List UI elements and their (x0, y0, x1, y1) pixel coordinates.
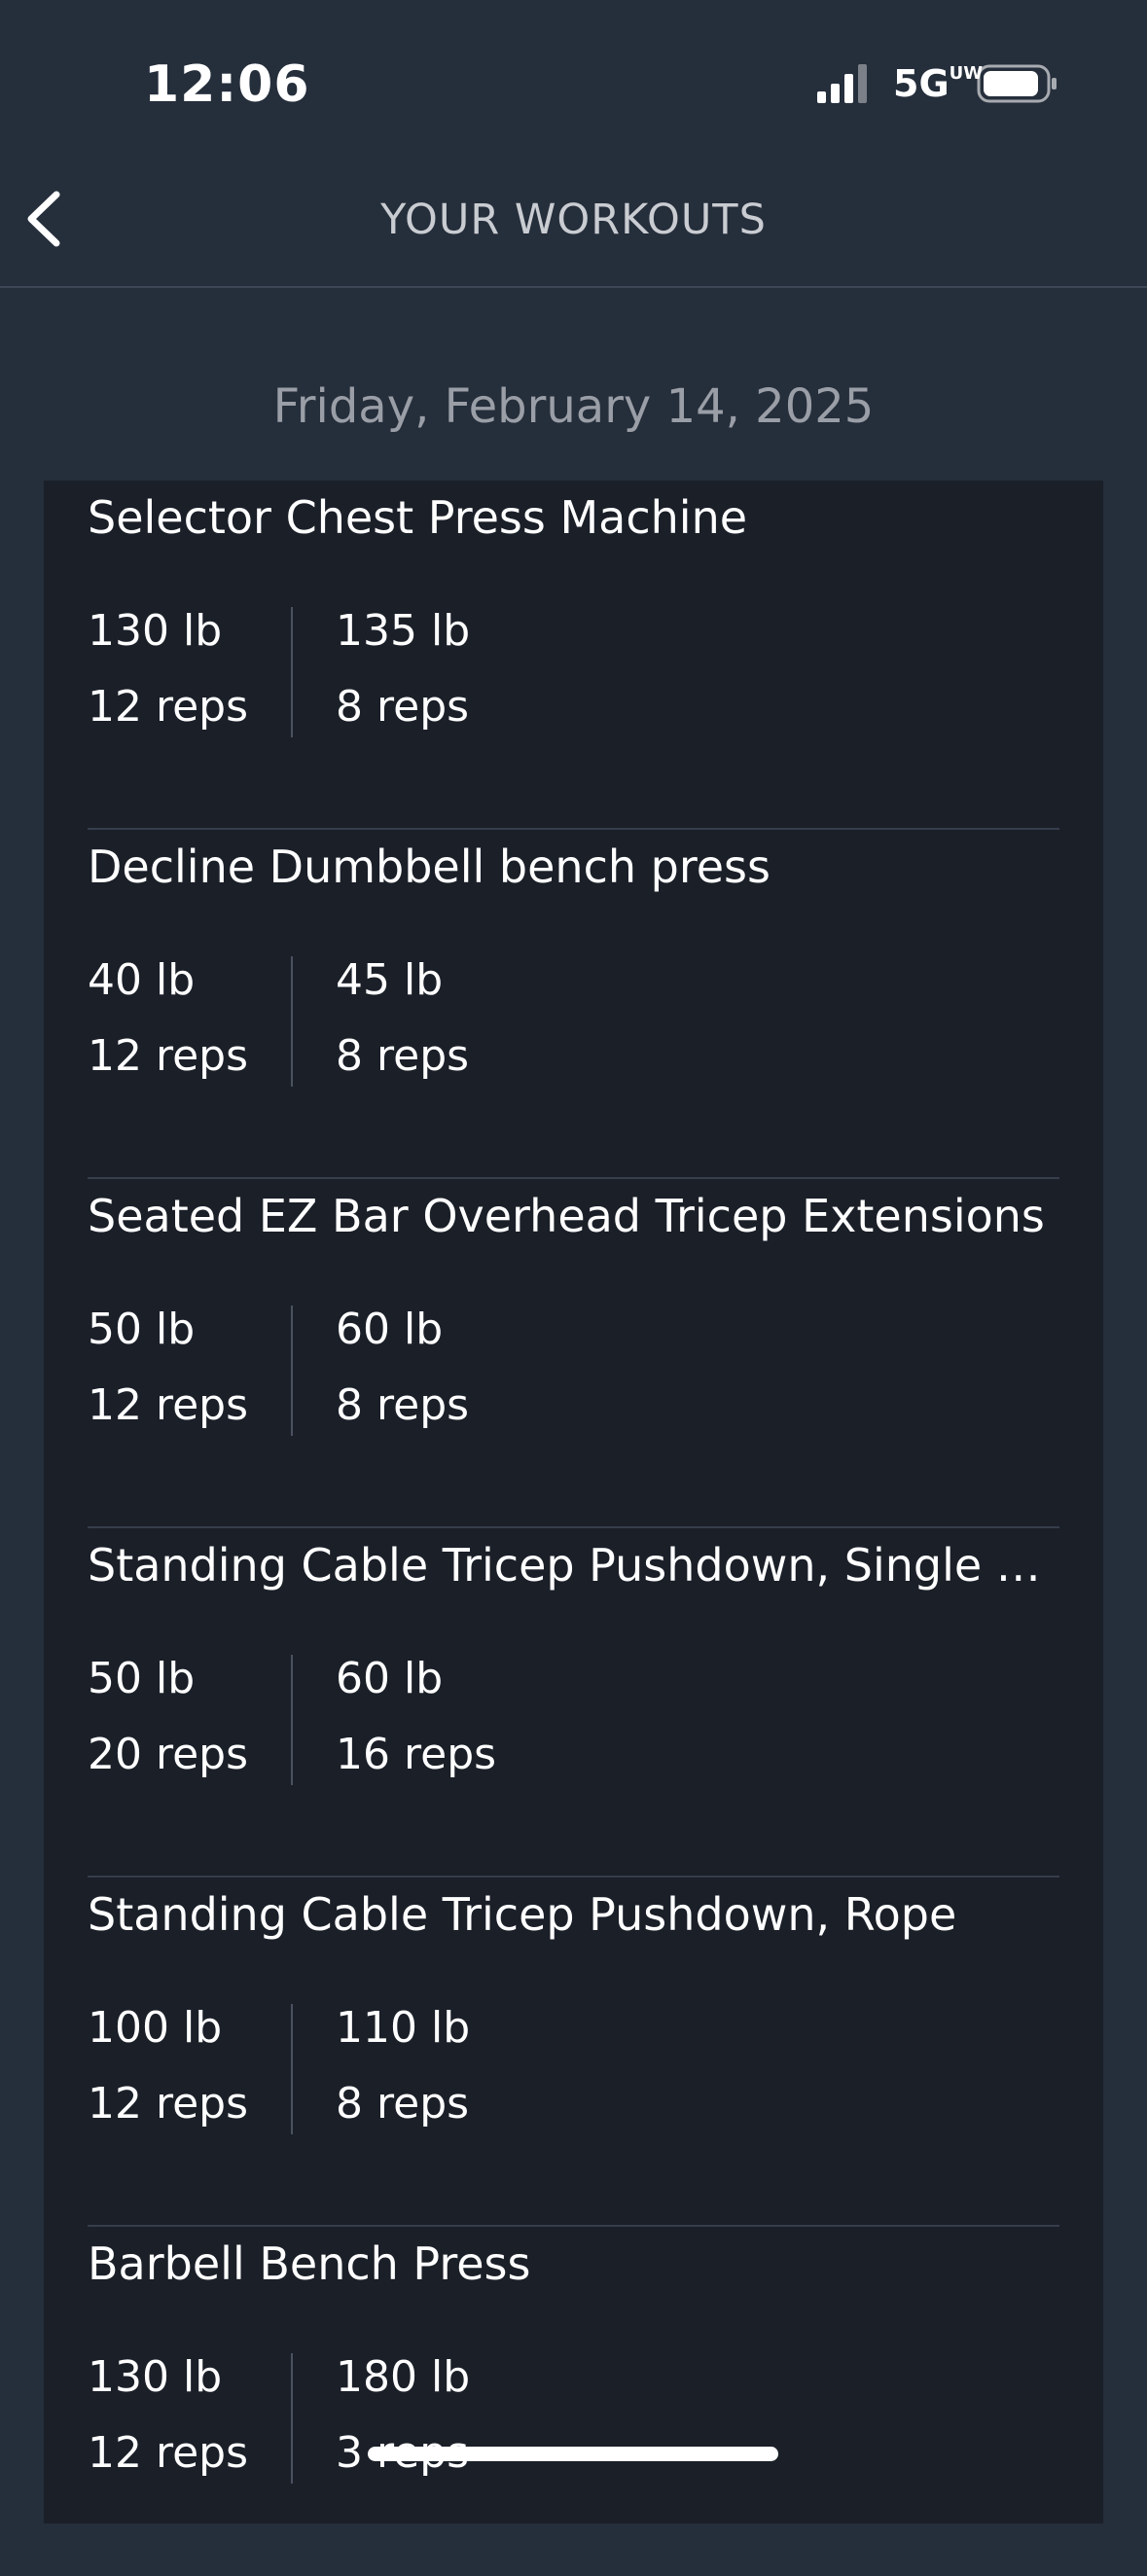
set-entry: 180 lb 3 reps (291, 2352, 470, 2484)
network-label: 5G (893, 62, 950, 105)
set-entry: 50 lb 20 reps (88, 1654, 291, 1785)
set-entry: 50 lb 12 reps (88, 1305, 291, 1436)
set-weight: 130 lb (88, 2352, 223, 2402)
set-reps: 8 reps (336, 1380, 470, 1430)
set-reps: 12 reps (88, 1380, 249, 1430)
exercise-sets: 130 lb 12 reps 180 lb 3 reps (88, 2352, 470, 2484)
set-weight: 180 lb (336, 2352, 471, 2402)
exercise-sets: 100 lb 12 reps 110 lb 8 reps (88, 2003, 470, 2134)
set-reps: 12 reps (88, 1031, 249, 1081)
exercise-sets: 40 lb 12 reps 45 lb 8 reps (88, 955, 470, 1087)
set-reps: 8 reps (336, 1031, 470, 1081)
set-reps: 12 reps (88, 2079, 249, 2129)
set-entry: 40 lb 12 reps (88, 955, 291, 1087)
exercise-name: Seated EZ Bar Overhead Tricep Extensions (88, 1190, 1045, 1242)
set-weight: 45 lb (336, 955, 444, 1005)
set-weight: 50 lb (88, 1654, 196, 1703)
set-entry: 45 lb 8 reps (291, 955, 470, 1087)
exercise-sets: 50 lb 20 reps 60 lb 16 reps (88, 1654, 497, 1785)
exercise-item[interactable]: Seated EZ Bar Overhead Tricep Extensions… (88, 1179, 1059, 1528)
home-indicator[interactable] (368, 2447, 778, 2461)
set-weight: 60 lb (336, 1654, 444, 1703)
exercise-name: Standing Cable Tricep Pushdown, Single A… (88, 1539, 1059, 1592)
set-entry: 60 lb 8 reps (291, 1305, 470, 1436)
set-reps: 12 reps (88, 682, 249, 732)
set-reps: 16 reps (336, 1730, 497, 1779)
set-weight: 100 lb (88, 2003, 223, 2053)
cellular-signal-icon (817, 64, 867, 103)
set-entry: 135 lb 8 reps (291, 606, 470, 737)
set-reps: 20 reps (88, 1730, 249, 1779)
status-bar: 12:06 5GUW (0, 0, 1147, 146)
set-weight: 40 lb (88, 955, 196, 1005)
set-entry: 130 lb 12 reps (88, 2352, 291, 2484)
set-entry: 60 lb 16 reps (291, 1654, 497, 1785)
set-reps: 12 reps (88, 2428, 249, 2478)
exercise-item[interactable]: Standing Cable Tricep Pushdown, Rope 100… (88, 1878, 1059, 2227)
status-time: 12:06 (144, 55, 310, 114)
exercise-sets: 50 lb 12 reps 60 lb 8 reps (88, 1305, 470, 1436)
workout-card: Selector Chest Press Machine 130 lb 12 r… (44, 481, 1103, 2523)
exercise-name: Selector Chest Press Machine (88, 491, 748, 544)
exercise-item[interactable]: Standing Cable Tricep Pushdown, Single A… (88, 1528, 1059, 1878)
exercise-name: Decline Dumbbell bench press (88, 841, 771, 893)
set-weight: 135 lb (336, 606, 471, 656)
set-entry: 130 lb 12 reps (88, 606, 291, 737)
set-weight: 110 lb (336, 2003, 471, 2053)
exercise-item[interactable]: Barbell Bench Press 130 lb 12 reps 180 l… (88, 2227, 1059, 2576)
exercise-sets: 130 lb 12 reps 135 lb 8 reps (88, 606, 470, 737)
workout-date: Friday, February 14, 2025 (272, 379, 875, 434)
battery-icon (977, 64, 1057, 103)
set-reps: 8 reps (336, 682, 470, 732)
navigation-header: YOUR WORKOUTS (0, 146, 1147, 288)
exercise-item[interactable]: Decline Dumbbell bench press 40 lb 12 re… (88, 830, 1059, 1179)
set-weight: 130 lb (88, 606, 223, 656)
exercise-name: Standing Cable Tricep Pushdown, Rope (88, 1888, 957, 1941)
page-title: YOUR WORKOUTS (380, 196, 767, 244)
set-weight: 50 lb (88, 1305, 196, 1354)
set-entry: 110 lb 8 reps (291, 2003, 470, 2134)
exercise-item[interactable]: Selector Chest Press Machine 130 lb 12 r… (88, 481, 1059, 830)
set-entry: 100 lb 12 reps (88, 2003, 291, 2134)
network-type: 5GUW (893, 60, 983, 107)
exercise-name: Barbell Bench Press (88, 2237, 531, 2290)
set-reps: 8 reps (336, 2079, 470, 2129)
set-weight: 60 lb (336, 1305, 444, 1354)
